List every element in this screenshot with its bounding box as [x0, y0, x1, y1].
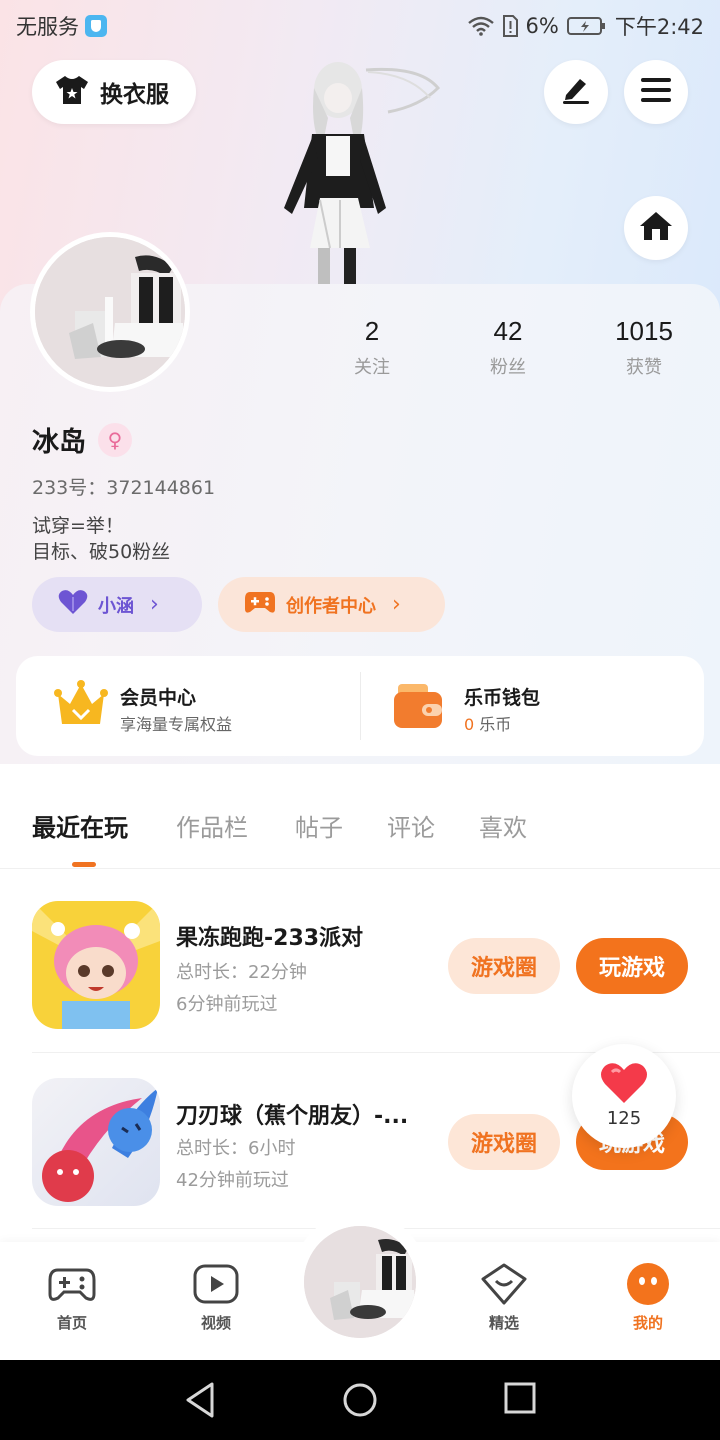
recent-apps-icon[interactable] [504, 1382, 536, 1418]
game-title: 刀刃球（蕉个朋友）-... [176, 1104, 409, 1129]
battery-charging-icon [566, 16, 607, 36]
tab-comments[interactable]: 评论 [387, 808, 435, 843]
gamepad-icon [244, 589, 276, 620]
partner-label: 小涵 [98, 595, 134, 617]
heart-icon [600, 1062, 648, 1108]
home-button[interactable] [624, 196, 688, 260]
username: 冰岛 [32, 427, 86, 458]
member-wallet-card: 会员中心 享海量专属权益 乐币钱包 0 乐币 [16, 656, 704, 756]
nav-home[interactable]: 首页 [22, 1262, 122, 1333]
heart-icon [58, 589, 88, 620]
wallet-amount: 0 [464, 715, 475, 734]
likes-label: 获赞 [626, 357, 662, 378]
game-title: 果冻跑跑-233派对 [176, 926, 364, 951]
following-count: 2 [364, 316, 380, 346]
game-circle-button[interactable]: 游戏圈 [448, 938, 560, 994]
creator-center-label: 创作者中心 [286, 595, 376, 617]
gamepad-icon [22, 1262, 122, 1306]
avatar[interactable] [30, 232, 190, 392]
status-bar: 无服务 6% 下午2:42 [0, 0, 720, 50]
following-label: 关注 [354, 357, 390, 378]
bio-line: 目标、破50粉丝 [32, 541, 171, 563]
profile-tabs: 最近在玩 作品栏 帖子 评论 喜欢 [0, 800, 720, 868]
game-circle-button[interactable]: 游戏圈 [448, 1114, 560, 1170]
likes-stat[interactable]: 1015 获赞 [576, 316, 712, 379]
member-center-title: 会员中心 [120, 687, 197, 709]
game-last-played: 42分钟前玩过 [176, 1170, 289, 1191]
shield-icon [85, 15, 107, 37]
game-last-played: 6分钟前玩过 [176, 994, 278, 1015]
like-bubble[interactable]: 125 [572, 1044, 676, 1148]
sim-alert-icon [502, 15, 518, 37]
likes-count: 1015 [615, 316, 673, 346]
nav-avatar-center-button[interactable] [304, 1226, 416, 1338]
back-icon[interactable] [184, 1382, 216, 1422]
game-duration: 总时长：6小时 [176, 1138, 296, 1159]
game-icon-jelly-run[interactable] [32, 901, 160, 1029]
crown-icon [54, 680, 108, 734]
tshirt-icon [54, 74, 90, 110]
divider [0, 868, 720, 869]
play-game-button[interactable]: 玩游戏 [576, 938, 688, 994]
carrier-text: 无服务 [16, 15, 79, 39]
change-outfit-button[interactable]: 换衣服 [32, 60, 196, 124]
menu-button[interactable] [624, 60, 688, 124]
tab-recently-played[interactable]: 最近在玩 [32, 808, 128, 843]
pen-icon [560, 75, 592, 109]
tab-likes[interactable]: 喜欢 [479, 808, 527, 843]
followers-count: 42 [493, 316, 523, 346]
nav-label: 视频 [200, 1314, 231, 1332]
followers-stat[interactable]: 42 粉丝 [440, 316, 576, 379]
hamburger-menu-icon [641, 77, 671, 107]
like-count: 125 [606, 1108, 642, 1129]
profile-face-icon [598, 1262, 698, 1306]
bio: 试穿=举！ 目标、破50粉丝 [32, 513, 170, 565]
chevron-right-icon: › [392, 592, 401, 617]
female-gender-icon: ♀ [98, 422, 132, 457]
heart-chat-icon [454, 1262, 554, 1306]
wallet-icon [394, 682, 444, 734]
game-list-item[interactable]: 果冻跑跑-233派对 总时长：22分钟 6分钟前玩过 游戏圈 玩游戏 [0, 876, 720, 1052]
following-stat[interactable]: 2 关注 [304, 316, 440, 379]
nav-me[interactable]: 我的 [598, 1262, 698, 1333]
user-id: 233号：372144861 [32, 477, 216, 499]
tab-works[interactable]: 作品栏 [176, 808, 248, 843]
wallet-entry[interactable]: 乐币钱包 0 乐币 [360, 656, 704, 756]
profile-stats: 2 关注 42 粉丝 1015 获赞 [304, 316, 720, 379]
system-navigation-bar [0, 1360, 720, 1440]
name-row: 冰岛 ♀ [32, 420, 132, 459]
partner-xiaohan-button[interactable]: 小涵 › [32, 577, 202, 632]
member-center-subtitle: 享海量专属权益 [120, 715, 233, 734]
game-icon-blade-ball[interactable] [32, 1078, 160, 1206]
creator-center-button[interactable]: 创作者中心 › [218, 577, 445, 632]
followers-label: 粉丝 [490, 357, 526, 378]
nav-featured[interactable]: 精选 [454, 1262, 554, 1333]
battery-percent: 6% [525, 14, 559, 38]
game-duration: 总时长：22分钟 [176, 962, 307, 983]
nav-label: 首页 [56, 1314, 87, 1332]
nav-label: 我的 [632, 1314, 663, 1332]
wallet-unit: 乐币 [474, 715, 512, 734]
chevron-right-icon: › [150, 592, 159, 617]
active-tab-indicator [72, 862, 96, 867]
nav-video[interactable]: 视频 [166, 1262, 266, 1333]
wallet-title: 乐币钱包 [464, 687, 541, 709]
bio-line: 试穿=举！ [32, 515, 124, 537]
tab-posts[interactable]: 帖子 [295, 808, 343, 843]
change-outfit-label: 换衣服 [100, 82, 169, 108]
avatar-figure-illustration[interactable] [270, 58, 450, 286]
wallet-balance: 0 乐币 [464, 711, 511, 735]
member-center-entry[interactable]: 会员中心 享海量专属权益 [16, 656, 360, 756]
nav-label: 精选 [488, 1314, 519, 1332]
clock: 下午2:42 [614, 15, 704, 39]
edit-profile-button[interactable] [544, 60, 608, 124]
home-icon [639, 210, 673, 246]
wifi-icon [467, 16, 494, 36]
home-circle-icon[interactable] [342, 1382, 378, 1422]
video-play-icon [166, 1262, 266, 1306]
